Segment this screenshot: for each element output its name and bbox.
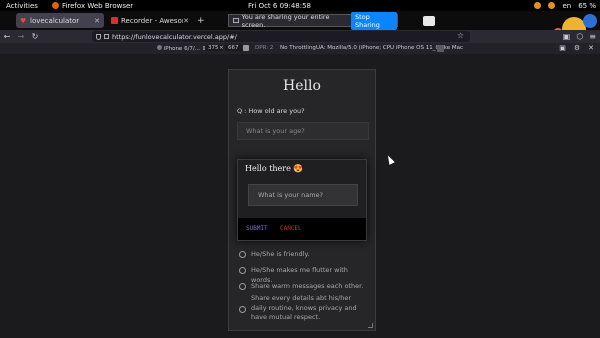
responsive-design-toolbar: iPhone 6/7/... ⇕ 375 × 667 DPR: 2 No Thr… xyxy=(0,43,600,54)
radio-button[interactable] xyxy=(239,267,246,274)
battery-level[interactable]: 65 % xyxy=(578,2,596,10)
touch-simulation-icon[interactable] xyxy=(437,45,444,52)
activities-button[interactable]: Activities xyxy=(6,2,38,10)
cancel-button[interactable]: CANCEL xyxy=(280,225,302,232)
app-menu[interactable]: Firefox Web Browser xyxy=(51,1,134,10)
name-dialog: Hello there 😍 What is your name? SUBMIT … xyxy=(237,159,367,241)
rotate-icon[interactable] xyxy=(243,45,249,53)
option-label: Share warm messages each other. xyxy=(251,282,364,290)
clock[interactable]: Fri Oct 6 09:48:58 xyxy=(248,2,311,10)
tab-strip: ♥ lovecalculator ✕ Recorder - Awesome Sc… xyxy=(0,11,600,41)
system-tray[interactable]: en 65 % xyxy=(534,2,596,10)
screenshot-icon[interactable]: ▣ xyxy=(559,44,566,52)
screen-icon xyxy=(233,18,239,23)
close-icon[interactable]: ✕ xyxy=(94,17,100,25)
device-icon xyxy=(157,45,162,50)
lock-icon[interactable] xyxy=(104,34,109,39)
menu-icon[interactable]: ≡ xyxy=(589,32,596,41)
language-indicator[interactable]: en xyxy=(562,2,571,10)
back-button[interactable]: ← xyxy=(0,32,14,41)
option-warm-messages[interactable]: Share warm messages each other. xyxy=(239,282,367,292)
tab-label: Recorder - Awesome Sc xyxy=(121,16,183,25)
tab-lovecalculator[interactable]: ♥ lovecalculator ✕ xyxy=(16,13,104,28)
dimension-separator: × xyxy=(219,45,224,51)
navigation-bar: ← → ↻ https://funlovecalculator.vercel.a… xyxy=(0,30,600,43)
dpr-selector[interactable]: DPR: 2 xyxy=(255,45,273,51)
firefox-icon xyxy=(51,2,59,9)
page-title: Hello xyxy=(283,78,321,94)
rdm-actions: ▣ ⚙ ✕ xyxy=(559,44,594,52)
url-text[interactable]: https://funlovecalculator.vercel.app/#/ xyxy=(112,33,237,41)
hide-notification-button[interactable] xyxy=(423,16,435,26)
question-age-label: Q : How old are you? xyxy=(237,107,305,115)
extensions-icon[interactable]: ⬡ xyxy=(576,32,583,41)
shield-icon[interactable] xyxy=(96,33,101,40)
tray-app-icon[interactable] xyxy=(548,2,556,9)
close-icon[interactable]: ✕ xyxy=(588,44,594,52)
toolbar-right: ▣ ⬡ ≡ xyxy=(563,30,596,43)
share-message: You are sharing your entire screen. xyxy=(241,12,330,29)
radio-button[interactable] xyxy=(239,251,246,258)
page-viewport: Hello Q : How old are you? What is your … xyxy=(0,54,600,338)
tab-recorder[interactable]: Recorder - Awesome Sc ✕ xyxy=(107,13,193,28)
app-name: Firefox Web Browser xyxy=(61,1,134,10)
record-icon xyxy=(111,17,118,24)
tab-label: lovecalculator xyxy=(30,16,80,25)
option-daily-routine[interactable]: Share every details abt his/her daily ro… xyxy=(239,294,367,323)
option-label: Share every details abt his/her daily ro… xyxy=(251,294,357,321)
heart-icon: ♥ xyxy=(20,17,27,25)
resize-handle[interactable] xyxy=(368,323,373,328)
url-bar[interactable]: https://funlovecalculator.vercel.app/#/ … xyxy=(92,31,470,42)
viewport-height-input[interactable]: 667 xyxy=(225,45,242,51)
forward-button[interactable]: → xyxy=(14,32,28,41)
close-icon[interactable]: ✕ xyxy=(183,17,189,25)
settings-gear-icon[interactable]: ⚙ xyxy=(574,44,580,52)
new-tab-button[interactable]: + xyxy=(197,16,205,26)
stop-sharing-button[interactable]: Stop Sharing xyxy=(350,11,397,30)
radio-button[interactable] xyxy=(239,306,246,313)
submit-button[interactable]: SUBMIT xyxy=(246,225,268,232)
bookmark-star-icon[interactable]: ☆ xyxy=(457,31,464,40)
system-top-bar: Activities Firefox Web Browser Fri Oct 6… xyxy=(0,0,600,11)
device-selector[interactable]: iPhone 6/7/... ⇕ xyxy=(157,45,206,52)
tray-app-icon[interactable] xyxy=(534,2,542,9)
reload-button[interactable]: ↻ xyxy=(28,32,42,41)
screen-share-notification: You are sharing your entire screen. Stop… xyxy=(228,11,435,30)
mouse-cursor-icon xyxy=(385,154,395,165)
throttling-selector[interactable]: No Throttling xyxy=(280,45,316,51)
option-friendly[interactable]: He/She is friendly. xyxy=(239,250,367,260)
dialog-title: Hello there 😍 xyxy=(245,164,304,173)
radio-button[interactable] xyxy=(239,283,246,290)
age-input[interactable]: What is your age? xyxy=(237,122,369,140)
option-label: He/She is friendly. xyxy=(251,250,310,258)
name-input[interactable]: What is your name? xyxy=(248,184,358,206)
pocket-icon[interactable]: ▣ xyxy=(563,32,571,41)
